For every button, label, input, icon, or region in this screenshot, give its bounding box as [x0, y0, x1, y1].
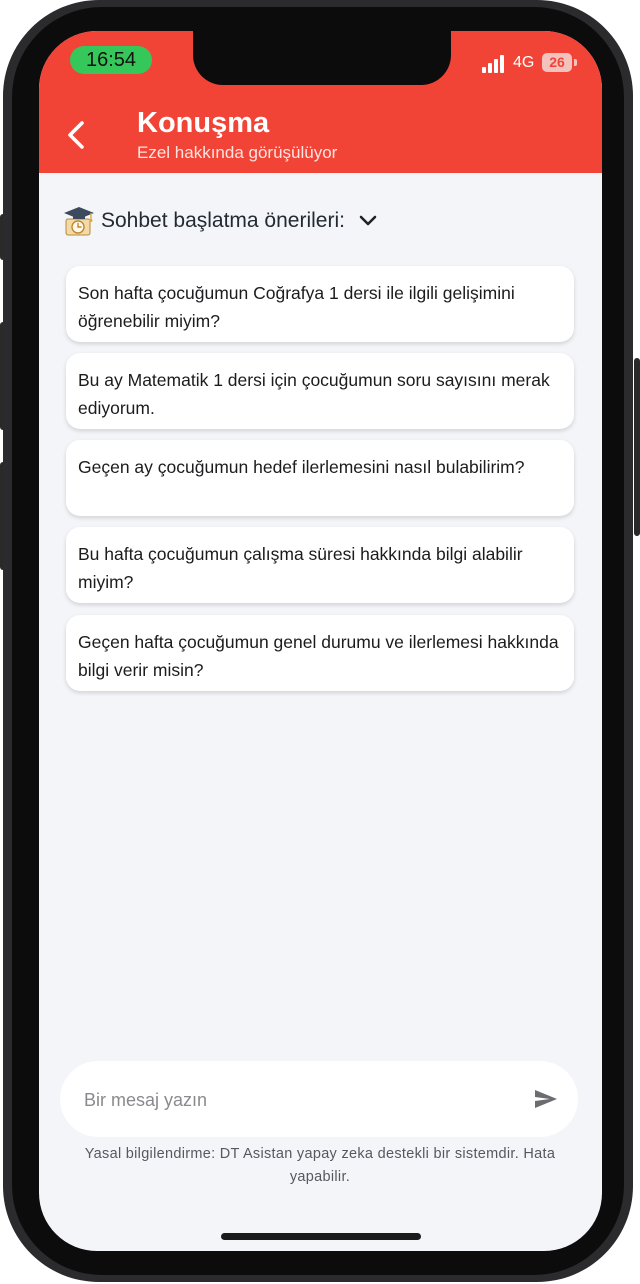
message-composer — [60, 1061, 578, 1137]
page-title: Konuşma — [137, 107, 270, 139]
graduation-cap-clock-icon — [64, 207, 94, 236]
send-button[interactable] — [533, 1087, 559, 1111]
suggestion-card[interactable]: Bu hafta çocuğumun çalışma süresi hakkın… — [66, 527, 574, 603]
suggestions-toggle[interactable]: Sohbet başlatma önerileri: — [63, 203, 403, 239]
signal-icon — [482, 53, 508, 73]
message-input[interactable] — [82, 1079, 516, 1121]
suggestions-title: Sohbet başlatma önerileri: — [101, 209, 345, 232]
legal-disclaimer: Yasal bilgilendirme: DT Asistan yapay ze… — [84, 1146, 556, 1185]
status-time: 16:54 — [70, 46, 152, 74]
suggestion-card[interactable]: Son hafta çocuğumun Coğrafya 1 dersi ile… — [66, 266, 574, 342]
suggestion-card[interactable]: Geçen hafta çocuğumun genel durumu ve il… — [66, 615, 574, 691]
network-type: 4G — [513, 54, 535, 71]
battery-icon — [574, 59, 577, 66]
send-icon — [535, 1090, 557, 1108]
suggestion-card[interactable]: Geçen ay çocuğumun hedef ilerlemesini na… — [66, 440, 574, 516]
back-button[interactable] — [61, 117, 95, 153]
home-indicator[interactable] — [221, 1233, 421, 1240]
suggestion-card[interactable]: Bu ay Matematik 1 dersi için çocuğumun s… — [66, 353, 574, 429]
battery-level: 26 — [542, 53, 572, 72]
app-header: 16:54 4G 26 Konuşma Ezel hakkında görüşü… — [39, 31, 602, 173]
chevron-left-icon — [68, 121, 84, 149]
page-subtitle: Ezel hakkında görüşülüyor — [137, 143, 338, 162]
chevron-down-icon — [359, 215, 377, 226]
app-screen: 16:54 4G 26 Konuşma Ezel hakkında görüşü… — [39, 31, 602, 1251]
power-button — [634, 358, 640, 536]
notch — [193, 31, 451, 85]
